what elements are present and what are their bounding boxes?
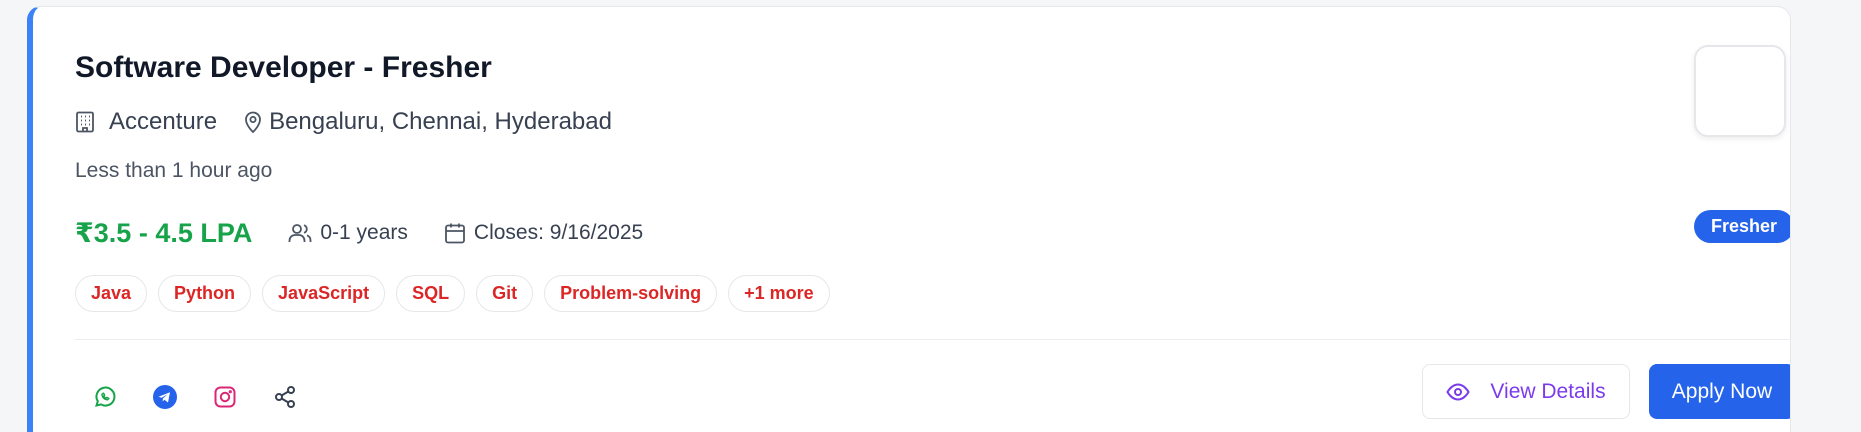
skill-tag: Python [158,275,252,312]
share-generic-button[interactable] [255,375,315,419]
view-details-label: View Details [1490,379,1606,403]
share-icon [273,385,297,409]
eye-icon [1446,382,1471,401]
share-instagram-button[interactable] [195,375,255,419]
instagram-icon [213,385,237,409]
building-icon [75,111,95,133]
company: Accenture [75,108,217,136]
skill-tag: Problem-solving [544,275,718,312]
skill-tag: JavaScript [262,275,386,312]
closing-date-text: Closes: 9/16/2025 [473,221,644,244]
share-bar [75,375,315,419]
posted-time: Less than 1 hour ago [75,159,273,182]
map-pin-icon [243,110,263,134]
calendar-icon [444,222,466,244]
share-telegram-button[interactable] [135,375,195,419]
apply-now-button[interactable]: Apply Now [1649,364,1790,419]
closing-date: Closes: 9/16/2025 [444,221,643,245]
telegram-icon [152,384,178,410]
job-stats: ₹3.5 - 4.5 LPA 0-1 years Closes: 9/16/20… [75,213,643,253]
users-icon [288,222,312,244]
location-text: Bengaluru, Chennai, Hyderabad [269,108,612,135]
experience-text: 0-1 years [320,221,408,244]
job-card[interactable]: Software Developer - Fresher Accenture B… [27,6,1791,432]
level-badge: Fresher [1694,210,1790,243]
company-logo [1694,45,1786,137]
more-skills-tag[interactable]: +1 more [728,275,830,312]
divider [75,339,1790,340]
location: Bengaluru, Chennai, Hyderabad [243,108,612,136]
salary: ₹3.5 - 4.5 LPA [75,217,253,248]
company-name: Accenture [109,108,218,135]
job-title[interactable]: Software Developer - Fresher [75,51,492,85]
experience: 0-1 years [288,221,408,245]
skill-tags: Java Python JavaScript SQL Git Problem-s… [75,275,830,312]
whatsapp-icon [93,385,117,409]
skill-tag: Java [75,275,148,312]
view-details-button[interactable]: View Details [1422,364,1630,419]
skill-tag: Git [476,275,534,312]
job-meta: Accenture Bengaluru, Chennai, Hyderabad [75,105,612,139]
share-whatsapp-button[interactable] [75,375,135,419]
skill-tag: SQL [396,275,466,312]
